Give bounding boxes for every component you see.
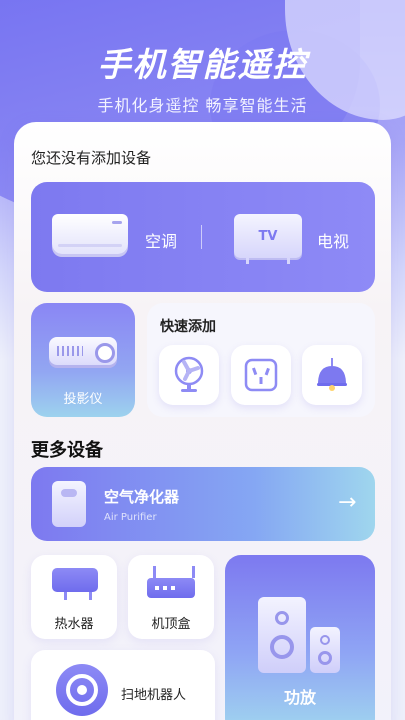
- speaker-small-icon: [310, 627, 340, 673]
- empty-devices-title: 您还没有添加设备: [31, 149, 152, 167]
- arrow-right-icon[interactable]: →: [338, 490, 356, 515]
- robot-vacuum-icon: [56, 664, 108, 716]
- quick-add-lamp[interactable]: [302, 345, 362, 405]
- set-top-box-icon: [147, 566, 195, 598]
- amplifier-label: 功放: [283, 688, 316, 707]
- hero-title: 手机智能遥控: [97, 45, 308, 84]
- air-conditioner-icon[interactable]: [52, 214, 128, 254]
- quick-add-fan[interactable]: [159, 345, 219, 405]
- air-purifier-label: 空气净化器: [104, 488, 180, 506]
- tv-label[interactable]: 电视: [317, 228, 349, 252]
- water-heater-icon: [52, 568, 98, 600]
- socket-icon: [244, 358, 278, 392]
- robot-vacuum-label: 扫地机器人: [121, 688, 187, 703]
- water-heater-label: 热水器: [54, 617, 94, 632]
- ac-label[interactable]: 空调: [145, 228, 177, 252]
- speaker-large-icon: [258, 597, 306, 673]
- hero-subtitle: 手机化身遥控 畅享智能生活: [97, 96, 308, 115]
- quick-add-title: 快速添加: [160, 319, 216, 335]
- projector-icon: [49, 337, 117, 365]
- divider: [201, 225, 202, 249]
- fan-icon: [174, 356, 204, 392]
- tv-icon[interactable]: TV: [234, 214, 302, 258]
- more-devices-title: 更多设备: [31, 440, 103, 461]
- lamp-icon: [317, 358, 347, 391]
- tv-stand: [244, 258, 292, 264]
- quick-add-socket[interactable]: [231, 345, 291, 405]
- tv-badge: TV: [258, 228, 278, 244]
- air-purifier-icon: [52, 481, 86, 527]
- air-purifier-sublabel: Air Purifier: [104, 512, 157, 523]
- projector-label: 投影仪: [63, 392, 103, 407]
- set-top-box-label: 机顶盒: [151, 617, 191, 632]
